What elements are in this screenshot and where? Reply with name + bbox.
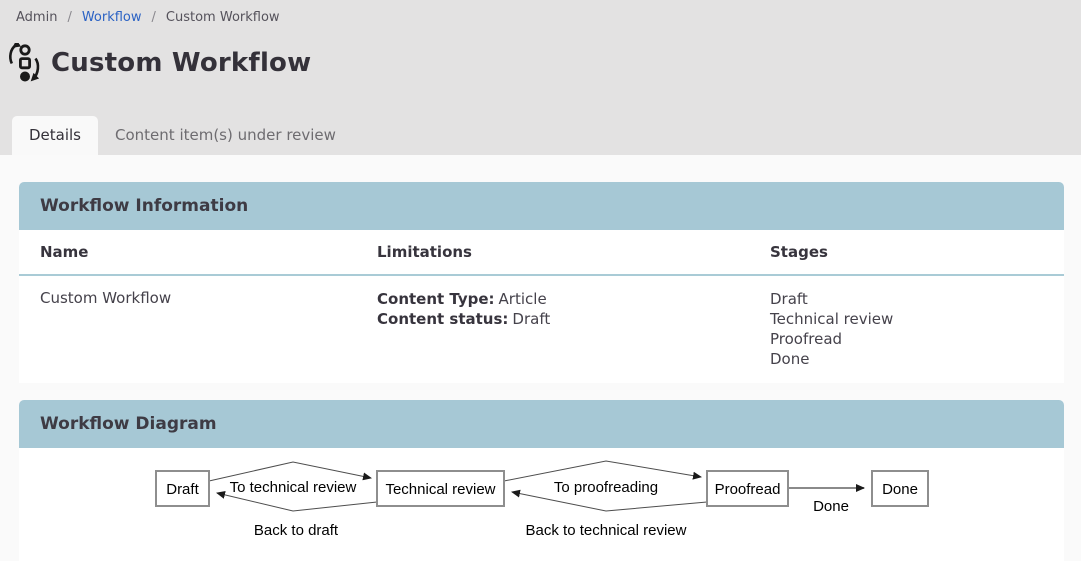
transition-label-to-proofreading: To proofreading — [554, 479, 658, 496]
stage-item: Draft — [770, 289, 1064, 309]
workflow-diagram: Draft Technical review Proofread Done To… — [19, 448, 1064, 561]
diagram-node-draft: Draft — [166, 481, 199, 498]
table-header-row: Name Limitations Stages — [19, 230, 1064, 276]
limitation-content-status: Content status:Draft — [377, 309, 770, 329]
stages-cell: Draft Technical review Proofread Done — [770, 289, 1064, 369]
page: Admin / Workflow / Custom Workflow Custo… — [0, 0, 1081, 561]
stage-item: Done — [770, 349, 1064, 369]
breadcrumb-separator: / — [67, 10, 71, 25]
limitations-cell: Content Type:Article Content status:Draf… — [377, 289, 770, 329]
workflow-information-header: Workflow Information — [19, 182, 1064, 230]
topbar: Admin / Workflow / Custom Workflow Custo… — [0, 0, 1081, 155]
transition-label-to-technical-review: To technical review — [230, 479, 357, 496]
transition-label-done: Done — [813, 498, 849, 515]
limitation-label: Content status: — [377, 310, 508, 328]
workflow-diagram-header: Workflow Diagram — [19, 400, 1064, 448]
stage-item: Technical review — [770, 309, 1064, 329]
workflow-diagram-card: Workflow Diagram — [19, 400, 1064, 561]
workflow-information-card: Workflow Information Name Limitations St… — [19, 182, 1064, 383]
limitation-content-type: Content Type:Article — [377, 289, 770, 309]
column-header-limitations: Limitations — [377, 243, 770, 261]
breadcrumb-separator: / — [152, 10, 156, 25]
diagram-node-technical-review: Technical review — [385, 481, 495, 498]
breadcrumb-item-workflow[interactable]: Workflow — [82, 10, 142, 25]
column-header-stages: Stages — [770, 243, 1064, 261]
page-title-row: Custom Workflow — [0, 25, 1081, 83]
column-header-name: Name — [19, 243, 377, 261]
transition-label-back-to-technical-review: Back to technical review — [526, 522, 687, 539]
page-title: Custom Workflow — [51, 48, 311, 78]
limitation-label: Content Type: — [377, 290, 495, 308]
diagram-node-done: Done — [882, 481, 918, 498]
breadcrumb-item-admin: Admin — [16, 10, 57, 25]
diagram-node-proofread: Proofread — [715, 481, 781, 498]
stage-item: Proofread — [770, 329, 1064, 349]
content: Workflow Information Name Limitations St… — [0, 155, 1081, 561]
breadcrumb-item-current: Custom Workflow — [166, 10, 280, 25]
transition-label-back-to-draft: Back to draft — [254, 522, 339, 539]
workflow-name-cell: Custom Workflow — [19, 289, 377, 307]
limitation-value: Article — [499, 290, 547, 308]
edge-to-proofreading — [504, 461, 701, 481]
workflow-diagram-svg: Draft Technical review Proofread Done To… — [19, 448, 1064, 561]
tab-content-items-under-review[interactable]: Content item(s) under review — [98, 116, 353, 155]
tab-bar: Details Content item(s) under review — [12, 116, 353, 155]
tab-details[interactable]: Details — [12, 116, 98, 155]
limitation-value: Draft — [512, 310, 550, 328]
table-row: Custom Workflow Content Type:Article Con… — [19, 276, 1064, 383]
workflow-information-table: Name Limitations Stages Custom Workflow … — [19, 230, 1064, 383]
workflow-icon — [8, 43, 42, 83]
breadcrumb: Admin / Workflow / Custom Workflow — [0, 0, 1081, 25]
